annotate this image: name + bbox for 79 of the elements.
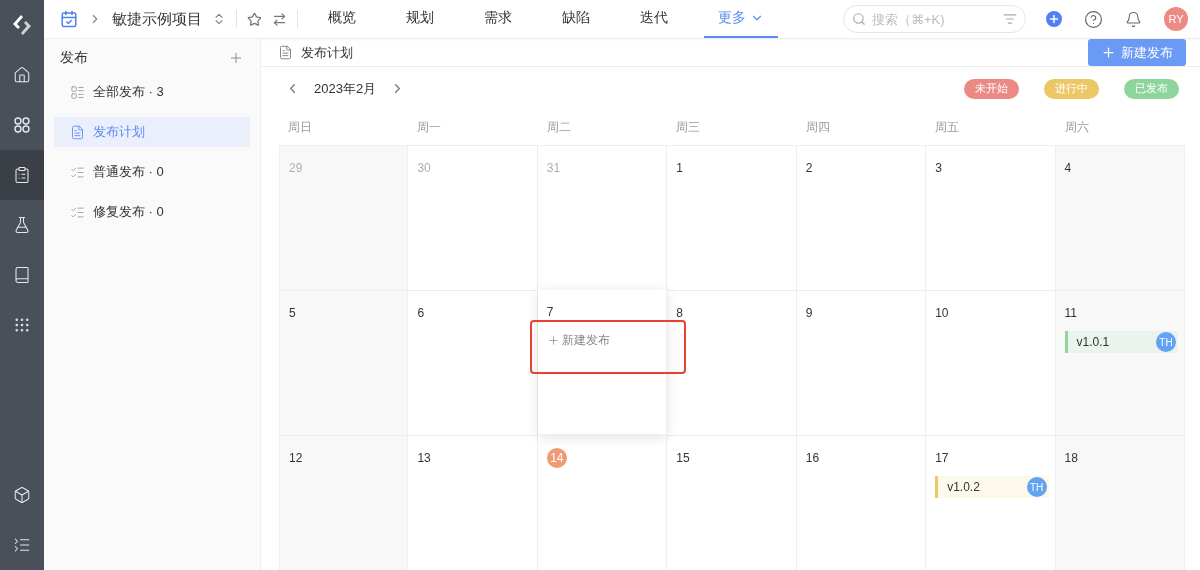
day-number: 12 [289,451,303,465]
calendar-day[interactable]: 10 [926,291,1056,436]
book-icon [13,266,31,284]
project-name[interactable]: 敏捷示例项目 [112,9,202,29]
day-number: 5 [289,306,296,320]
calendar-day[interactable]: 2 [796,146,927,291]
month-label: 2023年2月 [314,79,377,98]
status-tag: 进行中 [1044,78,1099,99]
day-number: 13 [417,451,431,465]
search-icon [852,12,866,26]
calendar-day[interactable]: 9 [796,291,927,436]
assignee-avatar: TH [1026,477,1047,497]
sidebar-title: 发布 [60,49,88,67]
day-number: 29 [289,161,303,175]
document-icon [70,124,85,140]
project-icon [60,10,78,28]
nav-tab[interactable]: 概览 [314,0,370,38]
plus-icon [1101,45,1116,60]
day-number: 16 [805,451,820,465]
day-number: 30 [417,161,431,175]
sidebar-item[interactable]: 修复发布 · 0 [54,197,250,227]
day-number: 7 [546,305,554,319]
calendar-day[interactable]: 1 [667,146,797,291]
calendar-day[interactable]: 18 [1055,436,1185,570]
day-number: 17 [935,451,949,465]
status-tag: 已发布 [1124,78,1179,99]
page-title: 发布计划 [301,43,353,62]
release-event[interactable]: v1.0.1 TH [1064,331,1178,353]
calendar-day[interactable]: 12 [279,436,409,570]
release-event[interactable]: v1.0.2 TH [935,476,1049,498]
nav-tab[interactable]: 需求 [470,0,526,38]
search-input[interactable]: 搜索（⌘+K) [870,10,999,28]
logo-icon[interactable] [10,13,34,37]
day-number: 15 [676,451,690,465]
list-icon [70,84,85,100]
flask-icon [13,216,31,234]
calendar-day[interactable]: 6 [408,291,538,436]
day-number: 2 [805,161,813,175]
collapse-icon [13,536,31,554]
star-icon[interactable] [247,11,262,27]
sidebar-item[interactable]: 普通发布 · 0 [54,157,250,187]
nav-tab[interactable]: 迭代 [626,0,682,38]
clipboard-icon [13,166,31,184]
nav-tab[interactable]: 缺陷 [548,0,604,38]
plus-icon [546,334,560,347]
day-number: 4 [1064,161,1072,175]
release-name: v1.0.1 [1076,335,1111,349]
transfer-icon[interactable] [272,11,287,27]
day-number: 11 [1064,306,1078,320]
apps-icon [13,116,31,134]
day-number: 6 [417,306,425,320]
calendar-day[interactable]: 11 v1.0.1 TH [1055,291,1185,436]
calendar-day[interactable]: 4 [1055,146,1185,291]
calendar-day[interactable]: 7 新建发布 [537,290,668,435]
calendar-day[interactable]: 3 [926,146,1056,291]
day-number: 31 [546,161,561,175]
bell-icon[interactable] [1125,10,1142,28]
add-icon[interactable] [1046,11,1062,27]
today-marker: 14 [546,448,567,468]
cube-icon [13,486,31,504]
help-icon[interactable] [1084,9,1103,29]
day-number: 18 [1064,451,1078,465]
day-number: 9 [805,306,813,320]
home-icon [13,66,31,84]
day-number: 8 [676,306,683,320]
day-number: 1 [676,161,683,175]
add-release-link[interactable]: 新建发布 [546,332,661,349]
status-tag: 未开始 [964,78,1019,99]
grid-icon [13,316,31,334]
nav-tab[interactable]: 规划 [392,0,448,38]
assignee-avatar: TH [1156,332,1176,352]
sidebar-item[interactable]: 全部发布 · 3 [54,77,250,107]
checklist-icon [70,164,85,180]
calendar-day[interactable]: 8 [667,291,797,436]
checklist-icon [70,204,85,220]
day-number: 10 [935,306,949,320]
day-number: 3 [935,161,942,175]
release-name: v1.0.2 [947,480,981,494]
calendar-day[interactable]: 5 [279,291,409,436]
